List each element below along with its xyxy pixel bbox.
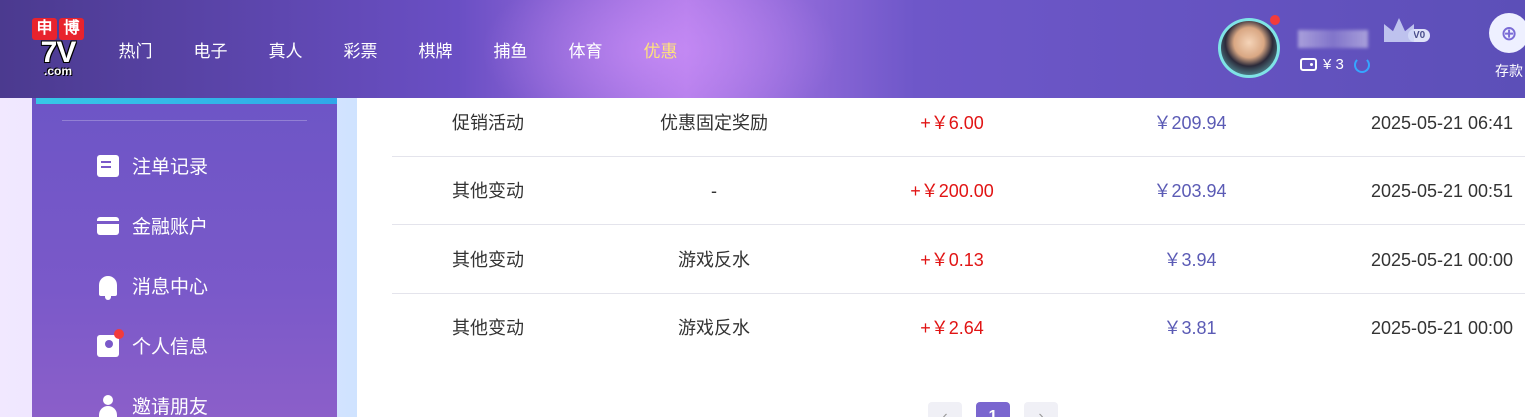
next-page-button[interactable]: › [1024,402,1058,417]
wallet-balance: ¥ 3 [1300,56,1370,73]
username-blurred [1298,30,1368,48]
cell-balance: ￥3.94 [1163,250,1217,270]
deposit-button[interactable]: ⊕ 存款 [1487,13,1525,81]
refresh-icon[interactable] [1353,56,1370,73]
nav-hot[interactable]: 热门 [98,37,173,62]
page-1-button[interactable]: 1 [976,402,1010,417]
bell-icon [99,275,117,300]
user-avatar[interactable] [1218,18,1280,78]
main-nav: 热门 电子 真人 彩票 棋牌 捕鱼 体育 优惠 [98,0,698,98]
cell-type: 其他变动 [452,318,524,338]
nav-sports[interactable]: 体育 [548,37,623,62]
cell-amount: +￥6.00 [920,113,984,133]
sidebar-item-label: 个人信息 [132,337,209,358]
nav-lottery[interactable]: 彩票 [323,37,398,62]
cell-type: 其他变动 [452,181,524,201]
profile-badge-dot [114,328,124,339]
nav-fishing[interactable]: 捕鱼 [473,37,548,62]
prev-page-button[interactable]: ‹ [928,402,962,417]
cell-time: 2025-05-21 06:41 [1370,113,1514,133]
sidebar-divider [62,120,307,121]
cell-detail: 优惠固定奖励 [660,113,768,133]
cell-time: 2025-05-21 00:00 [1370,318,1514,338]
sidebar-item-label: 邀请朋友 [132,397,209,417]
cell-balance: ￥3.81 [1163,318,1217,338]
crown-icon [1384,18,1414,42]
nav-live[interactable]: 真人 [248,37,323,62]
sidebar-item-label: 金融账户 [132,217,209,238]
balance-amount: ¥ 3 [1323,56,1344,73]
top-header: 申 博 7V .com 热门 电子 真人 彩票 棋牌 捕鱼 体育 优惠 [0,0,1525,98]
sidebar-item-messages[interactable]: 消息中心 [97,272,209,300]
invite-icon [99,394,117,417]
table-row: 促销活动 优惠固定奖励 +￥6.00 ￥209.94 2025-05-21 06… [392,89,1525,157]
nav-slots[interactable]: 电子 [173,37,248,62]
table-row: 其他变动 游戏反水 +￥2.64 ￥3.81 2025-05-21 00:00 [392,294,1525,362]
sidebar-accent-bar [36,98,337,104]
sidebar-item-label: 注单记录 [132,157,209,178]
nav-promotions[interactable]: 优惠 [623,37,698,62]
sidebar-item-label: 消息中心 [132,277,209,298]
cell-balance: ￥209.94 [1153,113,1227,133]
sidebar-item-profile[interactable]: 个人信息 [97,328,209,359]
notification-dot [1270,15,1280,25]
deposit-icon: ⊕ [1489,13,1525,53]
cell-type: 促销活动 [452,113,524,133]
cell-detail: 游戏反水 [678,250,750,270]
cell-amount: +￥200.00 [910,181,994,201]
sidebar [32,98,337,417]
sidebar-item-finance-account[interactable]: 金融账户 [97,212,208,239]
cell-detail: 游戏反水 [678,318,750,338]
cell-time: 2025-05-21 00:51 [1370,181,1514,201]
table-row: 其他变动 - +￥200.00 ￥203.94 2025-05-21 00:51 [392,157,1525,225]
cell-time: 2025-05-21 00:00 [1370,250,1514,270]
table-row: 其他变动 游戏反水 +￥0.13 ￥3.94 2025-05-21 00:00 [392,226,1525,294]
cell-detail: - [711,181,717,201]
document-icon [97,154,119,177]
pagination: ‹ 1 › [928,402,1058,417]
logo-mark: 7V [40,36,77,69]
nav-cards[interactable]: 棋牌 [398,37,473,62]
sidebar-item-bet-records[interactable]: 注单记录 [97,152,208,179]
cell-balance: ￥203.94 [1153,181,1227,201]
card-icon [97,216,119,235]
cell-type: 其他变动 [452,250,524,270]
vip-level[interactable]: V0 [1384,18,1431,42]
site-logo[interactable]: 申 博 7V .com [32,18,84,78]
profile-icon [97,328,124,357]
cell-amount: +￥0.13 [920,250,984,270]
cell-amount: +￥2.64 [920,318,984,338]
sidebar-item-invite[interactable]: 邀请朋友 [97,392,208,417]
wallet-icon [1300,58,1317,71]
deposit-label: 存款 [1495,63,1523,79]
logo-domain: .com [43,64,72,78]
